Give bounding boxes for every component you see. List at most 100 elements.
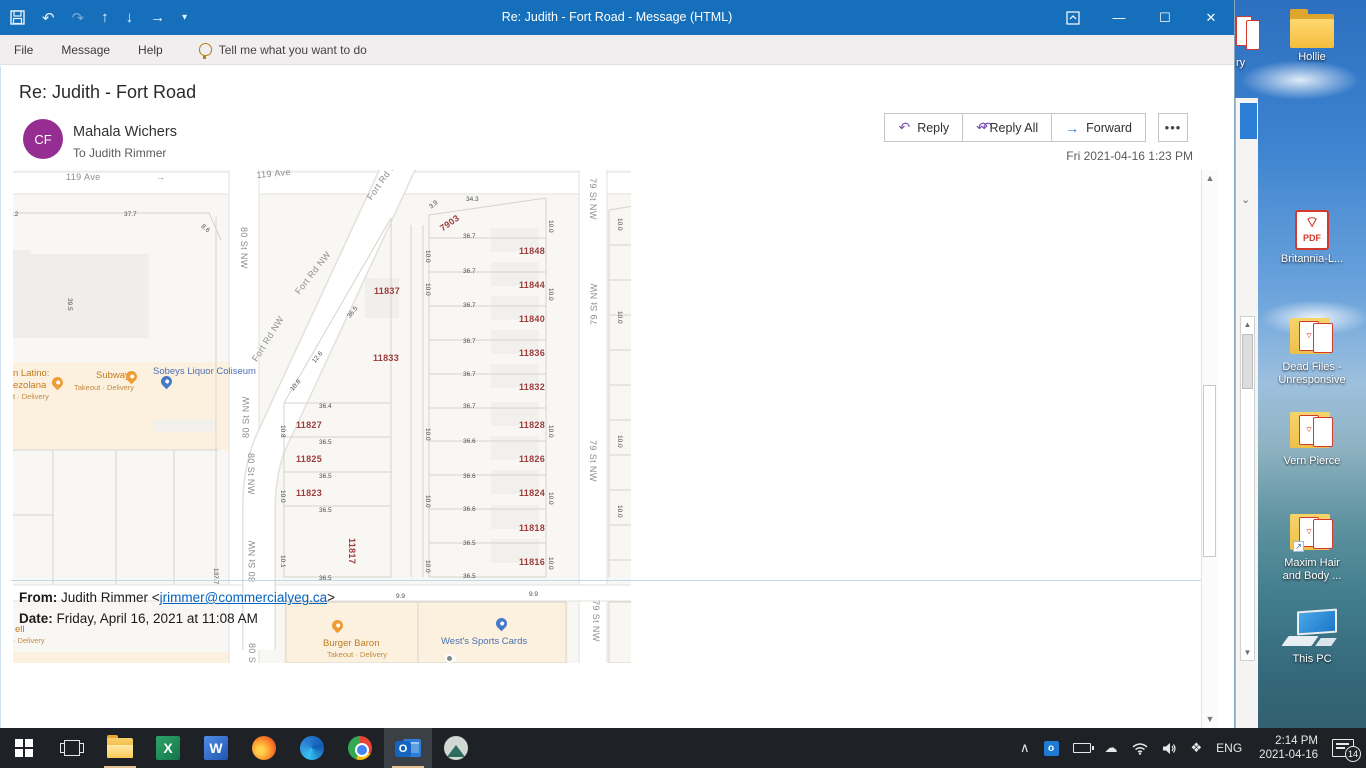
scroll-thumb[interactable]: [1203, 385, 1216, 557]
close-button[interactable]: ✕: [1188, 0, 1234, 35]
map-label: 10.0: [424, 283, 431, 296]
scroll-thumb[interactable]: [1242, 334, 1253, 389]
map-label: 10.0: [547, 557, 554, 570]
sender-name[interactable]: Mahala Wichers: [73, 124, 177, 140]
icon-label: Vern Pierce: [1274, 455, 1350, 468]
map-label: 10.0: [547, 492, 554, 505]
recipient-line[interactable]: To Judith Rimmer: [73, 146, 166, 160]
map-label: 11825: [296, 454, 322, 464]
partial-desktop-icon[interactable]: [1236, 16, 1262, 54]
onedrive-cloud-icon[interactable]: ☁: [1105, 740, 1118, 756]
reply-arrow-icon: ↶: [898, 119, 910, 136]
map-label: 36.7: [463, 233, 476, 240]
map-label: · Delivery: [13, 636, 45, 645]
map-label: 10.0: [616, 218, 623, 231]
map-label: 36.5: [319, 507, 332, 514]
notification-center-icon[interactable]: 14: [1332, 739, 1354, 757]
scroll-up-icon[interactable]: ▲: [1202, 170, 1218, 187]
task-view-button[interactable]: [48, 728, 96, 768]
email-link[interactable]: jrimmer@commercialyeg.ca: [160, 590, 327, 605]
chevron-down-icon[interactable]: ⌄: [1241, 193, 1250, 206]
scroll-down-icon[interactable]: ▼: [1202, 711, 1218, 728]
icon-label2: Unresponsive: [1278, 374, 1345, 386]
map-label: 36.7: [463, 268, 476, 275]
tell-me-box[interactable]: Tell me what you want to do: [199, 43, 367, 57]
map-label: 10.0: [616, 505, 623, 518]
map-label: 10.0: [424, 560, 431, 573]
map-label: 34.3: [466, 196, 479, 203]
background-window-sliver[interactable]: ⌄ ▲ ▼: [1235, 98, 1258, 728]
message-scrollbar[interactable]: ▲ ▼: [1201, 170, 1218, 728]
map-label: 11817: [347, 538, 357, 564]
desktop-icon-vern-pierce[interactable]: ⌔ Vern Pierce: [1274, 410, 1350, 468]
taskbar-clock[interactable]: 2:14 PM 2021-04-16: [1259, 734, 1318, 762]
minimize-button[interactable]: —: [1096, 0, 1142, 35]
tab-message[interactable]: Message: [47, 35, 124, 65]
more-actions-button[interactable]: •••: [1158, 113, 1188, 142]
scroll-up-icon[interactable]: ▲: [1241, 317, 1254, 332]
start-button[interactable]: [0, 728, 48, 768]
taskbar-firefox[interactable]: [240, 728, 288, 768]
desktop-icon-this-pc[interactable]: This PC: [1274, 610, 1350, 666]
title-bar[interactable]: ↶ ↷ ↑ ↓ → ▾ Re: Judith - Fort Road - Mes…: [0, 0, 1234, 35]
taskbar-file-explorer[interactable]: [96, 728, 144, 768]
edge-icon: [300, 736, 324, 760]
folder-icon: [1290, 14, 1334, 48]
map-label: 37.7: [124, 211, 137, 218]
desktop-icon-dead-files[interactable]: ⌔ Dead Files - Unresponsive: [1274, 316, 1350, 387]
map-label: 39.5: [66, 298, 73, 311]
message-subject: Re: Judith - Fort Road: [19, 82, 196, 103]
taskbar-edge[interactable]: [288, 728, 336, 768]
forward-button[interactable]: → Forward: [1051, 113, 1146, 142]
map-label: 11848: [519, 246, 545, 256]
icon-label: Hollie: [1274, 51, 1350, 64]
ribbon-display-options-button[interactable]: [1050, 0, 1096, 35]
desktop-icon-britannia[interactable]: ⌔PDF Britannia-L...: [1274, 210, 1350, 266]
pdf-icon: ⌔PDF: [1295, 210, 1329, 250]
desktop-icon-maxim-hair[interactable]: ⌔ ↗ Maxim Hair and Body ...: [1274, 512, 1350, 583]
windows-logo-icon: [15, 739, 33, 757]
tab-help[interactable]: Help: [124, 35, 177, 65]
map-label: 10.0: [547, 288, 554, 301]
maximize-button[interactable]: ☐: [1142, 0, 1188, 35]
taskbar-chrome[interactable]: [336, 728, 384, 768]
tray-expand-chevron-icon[interactable]: ∧: [1020, 740, 1030, 756]
battery-icon[interactable]: [1073, 743, 1091, 753]
background-scrollbar[interactable]: ▲ ▼: [1240, 316, 1255, 661]
map-label: 11828: [519, 420, 545, 430]
map-label: 11833: [373, 353, 399, 363]
screen: Hollie ⌔PDF Britannia-L... ⌔ Dead Files …: [0, 0, 1366, 768]
map-label: 11816: [519, 557, 545, 567]
taskbar-excel[interactable]: X: [144, 728, 192, 768]
tell-me-label: Tell me what you want to do: [219, 43, 367, 57]
map-label: 80 St NW: [247, 540, 257, 582]
map-label: 11824: [519, 488, 545, 498]
folder-pdf-icon: ⌔: [1287, 410, 1337, 452]
desktop-icon-hollie[interactable]: Hollie: [1274, 14, 1350, 64]
tab-file[interactable]: File: [0, 35, 47, 65]
map-label: 36.4: [319, 403, 332, 410]
tray-outlook-icon[interactable]: o: [1044, 741, 1059, 756]
map-label: 80 St NW: [239, 227, 249, 269]
dropbox-icon[interactable]: ❖: [1191, 740, 1203, 756]
map-label: 9.9: [529, 591, 538, 598]
volume-icon[interactable]: [1162, 742, 1177, 755]
map-label: 11818: [519, 523, 545, 533]
taskbar-outlook[interactable]: O: [384, 728, 432, 768]
reply-button[interactable]: ↶ Reply: [884, 113, 963, 142]
map-label: 36.7: [463, 371, 476, 378]
ribbon-tabs: File Message Help Tell me what you want …: [0, 35, 1234, 65]
wifi-icon[interactable]: [1132, 742, 1148, 755]
sender-avatar[interactable]: CF: [23, 119, 63, 159]
taskbar-word[interactable]: W: [192, 728, 240, 768]
reply-all-button[interactable]: ↶↶ Reply All: [962, 113, 1052, 142]
icon-label: Britannia-L...: [1274, 253, 1350, 266]
icon-label2: and Body ...: [1283, 570, 1342, 582]
map-label: .2: [13, 211, 18, 218]
taskbar-mountain-app[interactable]: [432, 728, 480, 768]
system-tray: ∧ o ☁ ❖ ENG 2:14 PM 2021-04-16 14: [1013, 728, 1366, 768]
notification-badge: 14: [1345, 746, 1361, 762]
language-indicator[interactable]: ENG: [1216, 741, 1242, 755]
map-label: 79 St NW: [588, 178, 598, 220]
scroll-down-icon[interactable]: ▼: [1241, 645, 1254, 660]
